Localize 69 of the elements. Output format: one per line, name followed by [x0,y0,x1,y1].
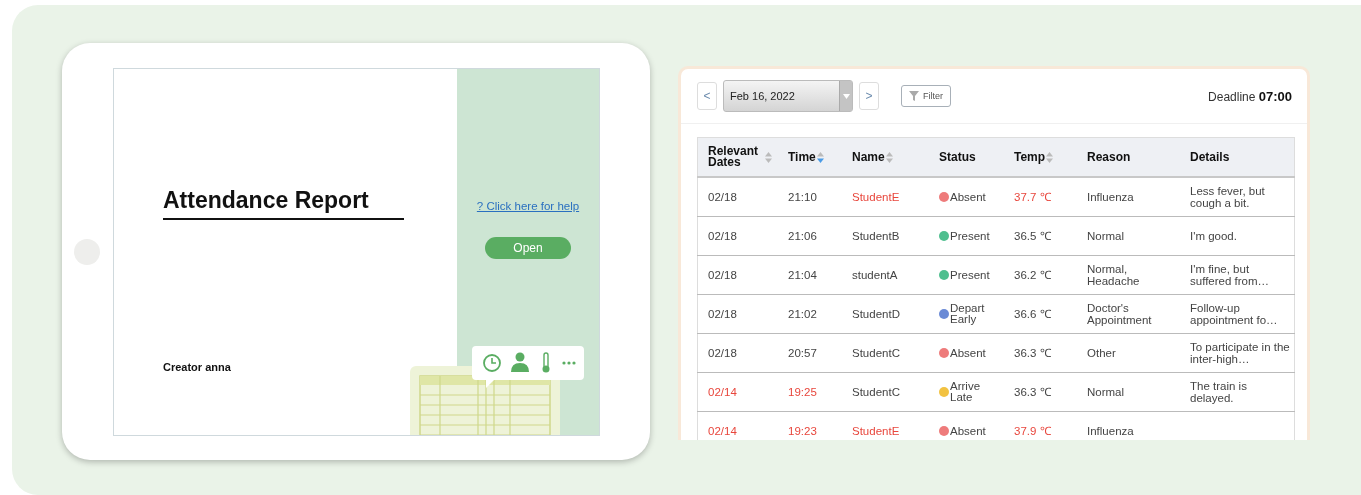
table-cell: StudentE [842,177,929,217]
previous-button[interactable]: < [697,82,717,110]
help-link[interactable]: ? Click here for help [476,200,580,212]
table-cell: StudentC [842,333,929,373]
status-text: Present [950,269,990,281]
creator-label: Creator anna [163,361,231,373]
table-cell: 36.6 ℃ [1004,294,1077,334]
sort-icon [816,152,824,164]
table-cell: Doctor's Appointment [1077,294,1180,334]
table-cell: I'm good. [1180,216,1295,256]
table-cell: Follow-up appointment fo… [1180,294,1295,334]
column-header[interactable]: Name [842,137,929,177]
table-cell: 21:06 [778,216,842,256]
status-text: Absent [950,191,987,203]
column-header[interactable]: Time [778,137,842,177]
status-text: Depart Early [950,303,986,325]
table-cell: 21:10 [778,177,842,217]
report-title: Attendance Report [163,187,404,220]
table-cell: 37.7 ℃ [1004,177,1077,217]
table-cell: 21:04 [778,255,842,295]
table-cell: 36.3 ℃ [1004,372,1077,412]
table-cell: 19:23 [778,411,842,440]
table-cell: 02/14 [697,411,778,440]
table-cell: Normal [1077,216,1180,256]
column-header: Reason [1077,137,1180,177]
table-cell: Less fever, but cough a bit. [1180,177,1295,217]
column-header: Details [1180,137,1295,177]
table-cell: 20:57 [778,333,842,373]
sort-icon [885,152,893,164]
table-cell: 21:02 [778,294,842,334]
table-cell: 19:25 [778,372,842,412]
column-header[interactable]: Temp [1004,137,1077,177]
filter-button[interactable]: Filter [901,85,951,107]
table-cell: 02/18 [697,216,778,256]
table-cell: StudentE [842,411,929,440]
table-cell: 37.9 ℃ [1004,411,1077,440]
table-cell: Other [1077,333,1180,373]
table-cell: 02/18 [697,333,778,373]
deadline-label: Deadline 07:00 [1208,88,1292,104]
funnel-icon [909,91,919,101]
table-cell: StudentC [842,372,929,412]
table-cell: studentA [842,255,929,295]
column-header: Status [929,137,1004,177]
table-cell: 02/18 [697,177,778,217]
table-cell: 02/18 [697,294,778,334]
table-cell: 02/14 [697,372,778,412]
table-cell: 36.5 ℃ [1004,216,1077,256]
sort-icon [1046,152,1054,164]
column-header[interactable]: Relevant Dates [697,137,778,177]
table-cell: StudentD [842,294,929,334]
table-cell: 36.2 ℃ [1004,255,1077,295]
status-text: Present [950,230,990,242]
table-cell: Normal, Headache [1077,255,1180,295]
sort-icon [765,151,772,163]
caret-icon [842,93,850,99]
table-cell: 36.3 ℃ [1004,333,1077,373]
status-text: Arrive Late [950,381,982,403]
status-text: Absent [950,347,987,359]
table-cell: To participate in the inter-high… [1180,333,1295,373]
table-cell: I'm fine, but suffered from… [1180,255,1295,295]
table-cell: Influenza [1077,177,1180,217]
table-cell: StudentB [842,216,929,256]
date-dropdown[interactable]: Feb 16, 2022 [723,80,853,112]
table-cell: 02/18 [697,255,778,295]
next-button[interactable]: > [859,82,879,110]
table-cell: Influenza [1077,411,1180,440]
table-cell: Normal [1077,372,1180,412]
table-cell: The train is delayed. [1180,372,1295,412]
status-text: Absent [950,425,987,437]
